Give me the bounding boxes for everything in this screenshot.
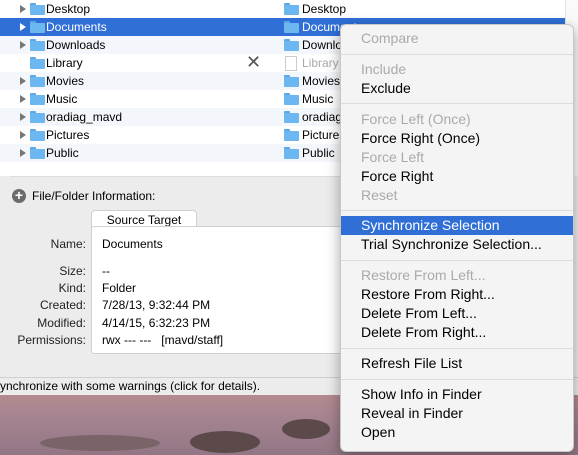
rock-shape <box>40 435 160 451</box>
folder-icon <box>284 129 299 141</box>
size-value: -- <box>102 264 110 278</box>
disclosure-triangle-icon[interactable] <box>20 131 26 139</box>
menu-item-exclude[interactable]: Exclude <box>341 79 573 98</box>
menu-item-open[interactable]: Open <box>341 423 573 442</box>
context-menu[interactable]: Compare Include Exclude Force Left (Once… <box>340 24 574 452</box>
permissions-value: rwx --- --- [mavd/staff] <box>102 333 224 347</box>
name-label: Name: <box>50 237 86 251</box>
size-label: Size: <box>59 264 86 278</box>
folder-icon <box>30 93 45 105</box>
folder-icon <box>284 75 299 87</box>
disclosure-triangle-icon[interactable] <box>20 77 26 85</box>
folder-icon <box>30 129 45 141</box>
menu-item-delete-from-right[interactable]: Delete From Right... <box>341 323 573 342</box>
folder-icon <box>30 57 45 69</box>
folder-icon <box>284 21 299 33</box>
menu-item-restore-from-right[interactable]: Restore From Right... <box>341 285 573 304</box>
folder-icon <box>284 147 299 159</box>
left-file-name: Movies <box>46 74 85 88</box>
menu-item-synchronize-selection[interactable]: Synchronize Selection <box>341 216 573 235</box>
right-file-name: Music <box>302 92 334 106</box>
right-file-name: Movies <box>302 74 341 88</box>
menu-separator <box>341 210 573 211</box>
right-file-name: Desktop <box>302 2 347 16</box>
left-file-name: Pictures <box>46 128 90 142</box>
right-file-name: Public <box>302 146 335 160</box>
disclosure-triangle-icon[interactable] <box>20 113 26 121</box>
permissions-label: Permissions: <box>17 333 86 347</box>
folder-icon <box>284 3 299 15</box>
kind-value: Folder <box>102 281 137 295</box>
excluded-x-icon[interactable]: ✕ <box>246 52 261 73</box>
menu-item-delete-from-left[interactable]: Delete From Left... <box>341 304 573 323</box>
disclosure-triangle-icon[interactable] <box>20 5 26 13</box>
menu-item-include: Include <box>361 61 407 77</box>
menu-separator <box>341 379 573 380</box>
menu-item-force-right[interactable]: Force Right <box>341 167 573 186</box>
menu-item-trial-synchronize-selection[interactable]: Trial Synchronize Selection... <box>341 235 573 254</box>
menu-item-reset: Reset <box>361 187 398 203</box>
created-value: 7/28/13, 9:32:44 PM <box>102 298 211 312</box>
disclosure-triangle-icon[interactable] <box>20 149 26 157</box>
menu-item-show-info-in-finder[interactable]: Show Info in Finder <box>341 385 573 404</box>
folder-icon <box>30 147 45 159</box>
status-message[interactable]: ynchronize with some warnings (click for… <box>0 379 260 393</box>
menu-item-restore-from-left: Restore From Left... <box>361 267 486 283</box>
created-label: Created: <box>39 298 86 312</box>
rock-shape <box>190 431 260 453</box>
left-file-name: Documents <box>46 20 107 34</box>
folder-icon <box>30 75 45 87</box>
right-file-name: Pictures <box>302 128 346 142</box>
disclosure-triangle-icon[interactable] <box>20 95 26 103</box>
folder-icon <box>284 93 299 105</box>
kind-label: Kind: <box>58 281 86 295</box>
folder-icon <box>30 3 45 15</box>
menu-separator <box>341 348 573 349</box>
left-file-name: Music <box>46 92 78 106</box>
left-file-name: Downloads <box>46 38 106 52</box>
menu-separator <box>341 103 573 104</box>
missing-file-icon <box>285 56 297 71</box>
folder-icon <box>30 111 45 123</box>
expand-plus-icon[interactable]: + <box>12 188 26 203</box>
right-file-name: Library <box>302 56 339 70</box>
left-file-name: Library <box>46 56 83 70</box>
menu-item-compare: Compare <box>361 30 419 46</box>
menu-separator <box>341 54 573 55</box>
folder-icon <box>30 39 45 51</box>
folder-icon <box>30 21 45 33</box>
left-file-name: Desktop <box>46 2 91 16</box>
menu-separator <box>341 260 573 261</box>
modified-value: 4/14/15, 6:32:23 PM <box>102 316 211 330</box>
name-value: Documents <box>102 237 163 251</box>
rock-shape <box>282 419 330 439</box>
left-file-name: oradiag_mavd <box>46 110 123 124</box>
disclosure-triangle-icon[interactable] <box>20 23 26 31</box>
menu-item-force-right-once[interactable]: Force Right (Once) <box>341 129 573 148</box>
file-row[interactable]: Desktop Desktop <box>0 0 578 18</box>
folder-icon <box>284 111 299 123</box>
menu-item-force-left: Force Left <box>361 149 425 165</box>
menu-item-reveal-in-finder[interactable]: Reveal in Finder <box>341 404 573 423</box>
info-heading: File/Folder Information: <box>32 189 156 203</box>
menu-item-force-left-once: Force Left (Once) <box>361 111 471 127</box>
menu-item-refresh-file-list[interactable]: Refresh File List <box>341 354 573 373</box>
modified-label: Modified: <box>37 316 86 330</box>
left-file-name: Public <box>46 146 79 160</box>
disclosure-triangle-icon[interactable] <box>20 41 26 49</box>
folder-icon <box>284 39 299 51</box>
